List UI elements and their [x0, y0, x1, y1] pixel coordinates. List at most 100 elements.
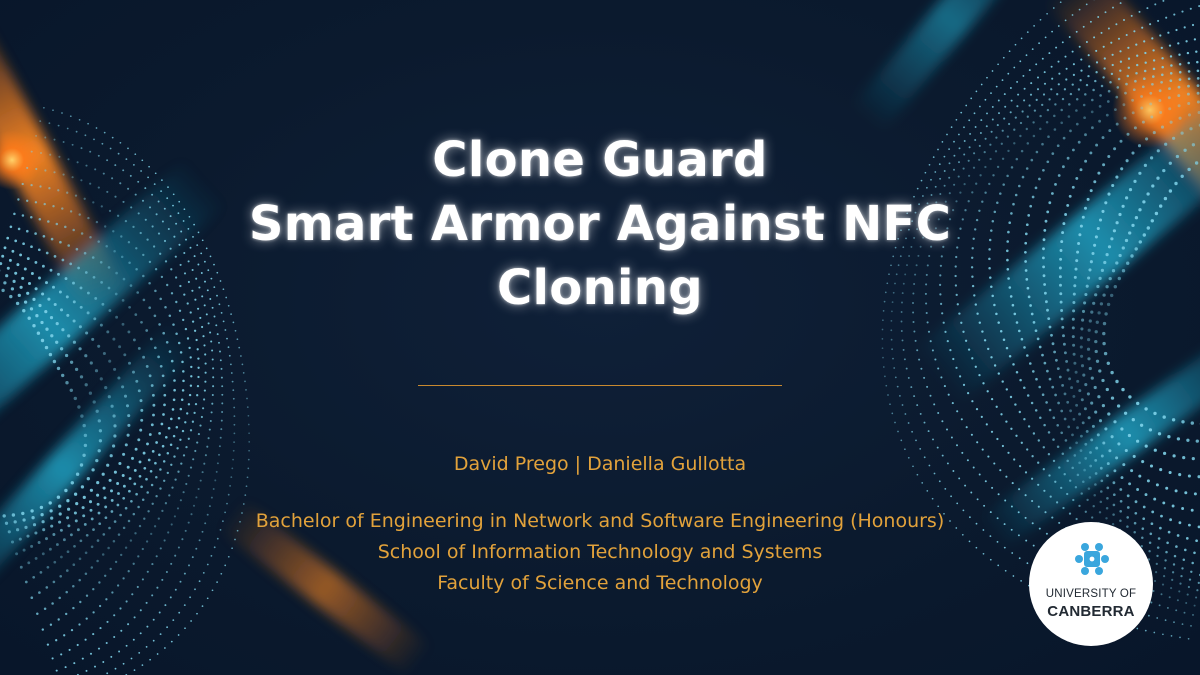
dot — [980, 119, 983, 122]
dot — [178, 611, 181, 614]
dot — [1170, 635, 1173, 637]
dot — [1098, 276, 1102, 280]
dot — [1085, 3, 1088, 6]
dot — [1130, 14, 1133, 17]
dot — [1175, 545, 1178, 548]
dot — [1072, 352, 1076, 356]
dot — [133, 482, 137, 486]
dot — [944, 330, 947, 333]
dot — [206, 445, 209, 448]
dot — [132, 338, 136, 342]
dot — [1057, 174, 1061, 177]
dot — [50, 237, 54, 241]
dot — [143, 517, 146, 520]
dot — [67, 334, 71, 338]
dot — [169, 443, 173, 446]
dot — [57, 189, 60, 192]
dot — [1105, 387, 1109, 392]
dot — [131, 593, 134, 596]
dot — [105, 641, 108, 645]
dot — [1068, 36, 1071, 38]
dot — [1084, 159, 1088, 163]
dot — [1148, 541, 1152, 545]
dot — [133, 468, 137, 472]
dot — [40, 338, 45, 343]
dot — [121, 299, 125, 302]
dot — [155, 495, 158, 498]
dot — [103, 131, 106, 134]
dot — [118, 650, 121, 653]
dot — [1110, 396, 1115, 400]
dot — [1187, 585, 1190, 589]
dot — [1066, 492, 1069, 496]
dot — [164, 604, 167, 607]
dot — [79, 305, 83, 309]
dot — [77, 266, 80, 270]
dot — [1174, 489, 1178, 493]
dot — [960, 111, 963, 114]
dot — [1101, 136, 1105, 140]
dot — [1071, 185, 1075, 189]
dot — [21, 276, 25, 280]
dot — [923, 421, 926, 424]
dot — [101, 142, 104, 145]
dot — [964, 339, 968, 342]
dot — [216, 333, 219, 336]
dot — [983, 339, 987, 342]
dot — [112, 337, 116, 341]
dot — [196, 384, 200, 388]
dot — [52, 109, 54, 112]
dot — [1018, 329, 1021, 333]
dot — [44, 310, 48, 314]
dot — [1111, 53, 1114, 56]
dot — [1102, 76, 1105, 79]
dot — [1132, 454, 1136, 458]
dot — [1032, 432, 1036, 435]
dot — [145, 601, 148, 604]
dot — [1054, 183, 1057, 186]
dot — [1028, 104, 1031, 107]
dot — [1063, 473, 1066, 476]
dot — [1017, 93, 1020, 96]
dot — [932, 438, 934, 441]
dot — [220, 419, 223, 422]
dot — [1023, 99, 1026, 102]
logo-text-line2: CANBERRA — [1047, 603, 1135, 620]
dot — [1196, 91, 1200, 95]
dot — [947, 393, 950, 396]
dot — [1165, 486, 1169, 490]
dot — [1075, 441, 1078, 445]
dot — [127, 414, 131, 418]
dot — [997, 99, 1000, 102]
dot — [172, 619, 175, 622]
dot — [990, 356, 993, 359]
dot — [30, 272, 34, 275]
dot — [60, 653, 63, 656]
dot — [1093, 180, 1097, 184]
dot — [1087, 74, 1090, 78]
dot — [1157, 537, 1161, 540]
dot — [1094, 459, 1098, 462]
dot — [1126, 525, 1129, 528]
dot — [1177, 42, 1180, 45]
dot — [1157, 432, 1162, 436]
dot — [91, 337, 95, 341]
dot — [24, 525, 28, 529]
dot — [119, 607, 122, 610]
dot — [133, 616, 136, 619]
dot — [92, 201, 95, 204]
dot — [111, 591, 114, 594]
dot — [146, 442, 149, 446]
dot — [97, 647, 101, 650]
dot — [141, 578, 144, 581]
dot — [236, 338, 239, 341]
dot — [47, 297, 51, 301]
dot — [34, 556, 38, 560]
dot — [72, 584, 75, 588]
dot — [1048, 408, 1052, 412]
dot — [1026, 394, 1030, 397]
dot — [96, 502, 100, 506]
dot — [146, 570, 149, 573]
dot — [184, 627, 186, 630]
dot — [126, 433, 130, 437]
